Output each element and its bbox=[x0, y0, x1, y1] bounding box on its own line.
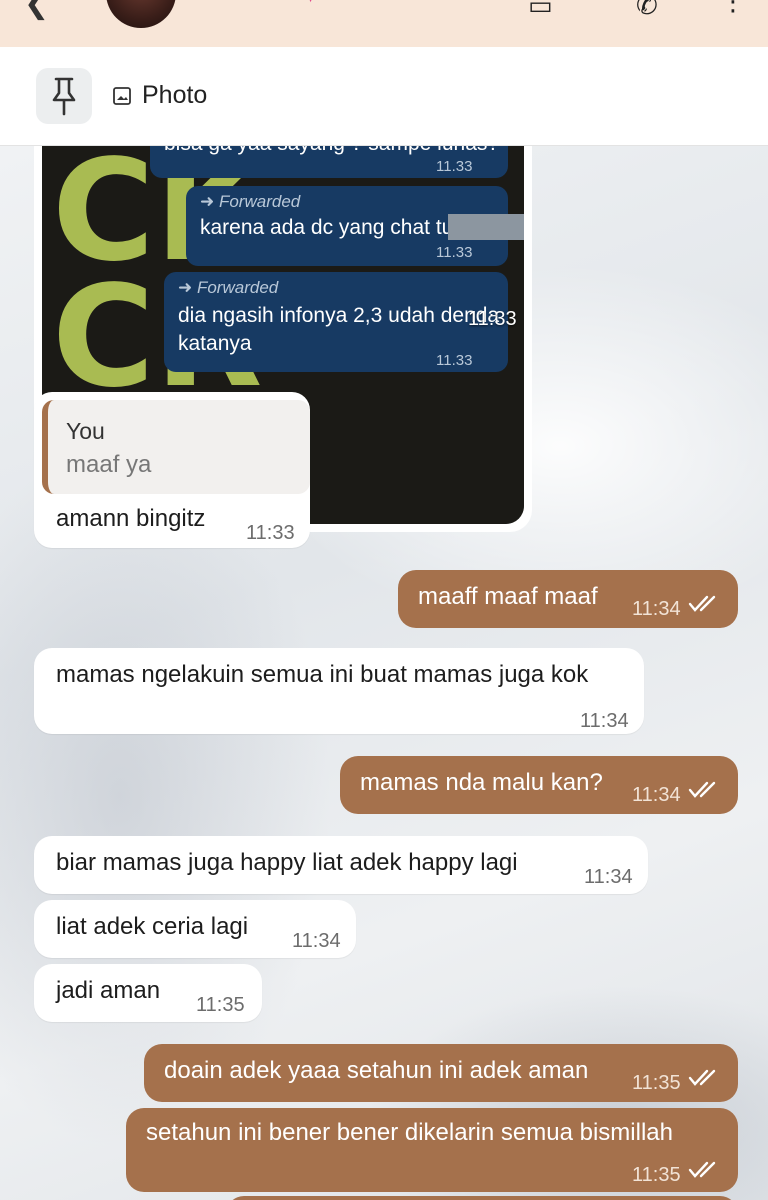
double-check-icon bbox=[688, 1161, 716, 1178]
embedded-forward-2: ➜ Forwarded bbox=[200, 192, 301, 211]
outgoing-message[interactable]: maaff maaf maaf 11:34 bbox=[398, 570, 738, 628]
redacted-blur bbox=[448, 214, 524, 240]
more-options-icon[interactable]: ⋮ bbox=[720, 0, 746, 17]
outgoing-message[interactable]: doain adek yaaa setahun ini adek aman 11… bbox=[144, 1044, 738, 1102]
chat-area[interactable]: CK CR bisa ga yaa sayang ? sampe lunas? … bbox=[0, 146, 768, 1200]
message-time: 11:35 bbox=[632, 1072, 681, 1094]
embedded-text-3a: dia ngasih infonya 2,3 udah denda bbox=[178, 304, 500, 327]
quoted-message[interactable]: You maaf ya bbox=[42, 400, 310, 494]
heart-icon: ♥ bbox=[304, 0, 317, 8]
outgoing-message[interactable]: setahun ini bener bener dikelarin semua … bbox=[126, 1108, 738, 1192]
photo-icon bbox=[113, 86, 131, 105]
message-text: biar mamas juga happy liat adek happy la… bbox=[56, 849, 518, 876]
message-time: 11:35 bbox=[632, 1164, 681, 1186]
image-message-time: 11:33 bbox=[468, 308, 517, 330]
message-time: 11:35 bbox=[196, 994, 245, 1016]
message-time: 11:34 bbox=[292, 930, 341, 952]
pinned-label: Photo bbox=[112, 81, 207, 110]
voice-call-icon[interactable]: ✆ bbox=[636, 0, 658, 21]
message-time: 11:34 bbox=[632, 598, 681, 620]
message-text: mamas nda malu kan? bbox=[360, 769, 603, 796]
embedded-bubble-2: ➜ Forwarded karena ada dc yang chat tu 1… bbox=[186, 186, 524, 266]
double-check-icon bbox=[688, 1069, 716, 1086]
pinned-message-bar[interactable]: Photo bbox=[0, 47, 768, 146]
message-time: 11:34 bbox=[584, 866, 633, 888]
message-text: setahun ini bener bener dikelarin semua … bbox=[146, 1119, 673, 1146]
embedded-text-1: bisa ga yaa sayang ? sampe lunas? bbox=[164, 146, 499, 158]
message-text: mamas ngelakuin semua ini buat mamas jug… bbox=[56, 661, 589, 688]
incoming-message[interactable]: biar mamas juga happy liat adek happy la… bbox=[34, 836, 648, 894]
video-call-icon[interactable]: ▭ bbox=[528, 0, 553, 21]
message-text: liat adek ceria lagi bbox=[56, 913, 249, 940]
incoming-message[interactable]: mamas ngelakuin semua ini buat mamas jug… bbox=[34, 648, 644, 734]
embedded-bubble-3: ➜ Forwarded dia ngasih infonya 2,3 udah … bbox=[164, 272, 508, 372]
message-time: 11:33 bbox=[246, 522, 295, 544]
embedded-text-3b: katanya bbox=[178, 332, 252, 355]
message-time: 11:34 bbox=[580, 710, 629, 732]
embedded-bubble-1: bisa ga yaa sayang ? sampe lunas? 11.33 bbox=[150, 146, 508, 178]
chat-header: ❮ • • ♥ ▭ ✆ ⋮ bbox=[0, 0, 768, 47]
reply-message[interactable]: You maaf ya amann bingitz 11:33 bbox=[34, 392, 310, 548]
embedded-time-2: 11.33 bbox=[436, 244, 473, 261]
back-arrow-icon[interactable]: ❮ bbox=[24, 0, 49, 21]
pin-icon bbox=[52, 77, 76, 116]
message-text: maaff maaf maaf bbox=[418, 583, 598, 610]
double-check-icon bbox=[688, 595, 716, 612]
outgoing-message-partial[interactable] bbox=[226, 1196, 738, 1200]
pin-button[interactable] bbox=[36, 68, 92, 124]
pinned-label-text: Photo bbox=[142, 81, 208, 109]
embedded-text-2: karena ada dc yang chat tu bbox=[200, 216, 454, 239]
message-text: jadi aman bbox=[56, 977, 161, 1004]
quoted-author: You bbox=[66, 418, 105, 444]
incoming-message[interactable]: liat adek ceria lagi 11:34 bbox=[34, 900, 356, 958]
incoming-message[interactable]: jadi aman 11:35 bbox=[34, 964, 262, 1022]
message-text: amann bingitz bbox=[56, 505, 206, 532]
message-time: 11:34 bbox=[632, 784, 681, 806]
embedded-forward-3: ➜ Forwarded bbox=[178, 278, 279, 297]
message-text: doain adek yaaa setahun ini adek aman bbox=[164, 1057, 589, 1084]
embedded-time-1: 11.33 bbox=[436, 158, 473, 175]
contact-name-fragment[interactable]: • • bbox=[208, 0, 230, 10]
outgoing-message[interactable]: mamas nda malu kan? 11:34 bbox=[340, 756, 738, 814]
contact-avatar[interactable] bbox=[106, 0, 176, 28]
quoted-text: maaf ya bbox=[66, 451, 152, 478]
embedded-time-3: 11.33 bbox=[436, 352, 473, 369]
double-check-icon bbox=[688, 781, 716, 798]
